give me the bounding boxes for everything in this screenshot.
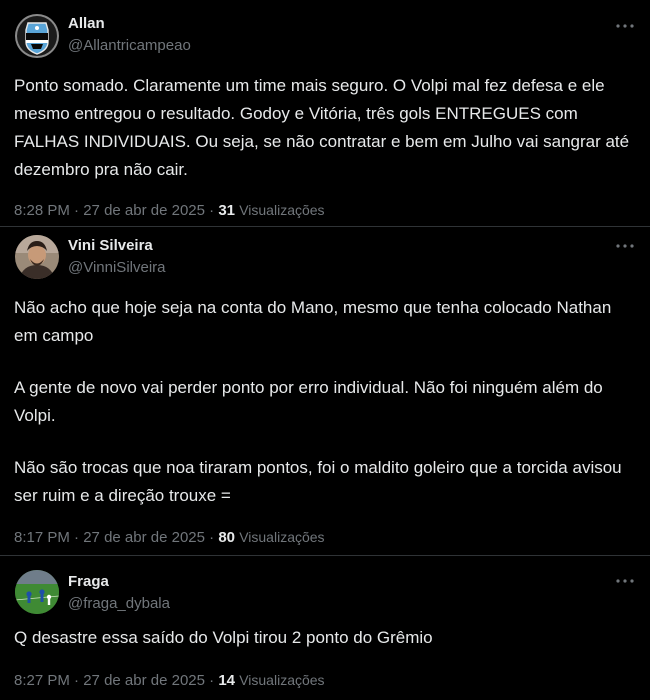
tweet-date[interactable]: 27 de abr de 2025	[83, 672, 205, 689]
more-options-button[interactable]	[614, 15, 636, 37]
tweet-meta: 8:17 PM · 27 de abr de 2025 · 80 Visuali…	[14, 527, 325, 548]
author-display-name[interactable]: Allan	[68, 15, 191, 33]
view-count: 31	[218, 202, 236, 219]
view-count: 80	[218, 529, 236, 546]
tweet-time[interactable]: 8:27 PM	[14, 672, 70, 689]
author-handle[interactable]: @fraga_dybala	[68, 595, 170, 613]
views-label: Visualizações	[239, 672, 325, 688]
meta-separator: ·	[74, 672, 80, 689]
tweet[interactable]: Vini Silveira @VinniSilveira Não acho qu…	[0, 227, 650, 555]
author-handle[interactable]: @VinniSilveira	[68, 259, 166, 277]
avatar[interactable]	[15, 235, 59, 279]
tweet-text: Não acho que hoje seja na conta do Mano,…	[14, 294, 636, 510]
tweet-paragraph: A gente de novo vai perder ponto por err…	[14, 378, 603, 425]
author-display-name[interactable]: Vini Silveira	[68, 237, 166, 255]
meta-separator: ·	[74, 529, 80, 546]
meta-separator: ·	[74, 202, 80, 219]
tweet-meta: 8:28 PM · 27 de abr de 2025 · 31 Visuali…	[14, 200, 325, 221]
view-count: 14	[218, 672, 236, 689]
tweet[interactable]: Allan @Allantricampeao Ponto somado. Cla…	[0, 0, 650, 226]
meta-separator: ·	[209, 672, 215, 689]
tweet[interactable]: Fraga @fraga_dybala Q desastre essa saíd…	[0, 556, 650, 700]
author-handle[interactable]: @Allantricampeao	[68, 37, 191, 55]
tweet-date[interactable]: 27 de abr de 2025	[83, 529, 205, 546]
tweet-time[interactable]: 8:17 PM	[14, 529, 70, 546]
tweet-paragraph: Não são trocas que noa tiraram pontos, f…	[14, 458, 622, 505]
tweet-text: Q desastre essa saído do Volpi tirou 2 p…	[14, 624, 636, 652]
tweet-paragraph: Ponto somado. Claramente um time mais se…	[14, 76, 630, 179]
views-label: Visualizações	[239, 529, 325, 545]
gremio-crest-avatar-icon	[15, 14, 59, 58]
more-options-button[interactable]	[614, 570, 636, 592]
tweet-text: Ponto somado. Claramente um time mais se…	[14, 72, 636, 184]
author-display-name[interactable]: Fraga	[68, 573, 170, 591]
tweet-paragraph: Não acho que hoje seja na conta do Mano,…	[14, 298, 612, 345]
more-options-icon	[616, 579, 634, 583]
more-options-icon	[616, 24, 634, 28]
meta-separator: ·	[209, 529, 215, 546]
views-label: Visualizações	[239, 202, 325, 218]
tweet-date[interactable]: 27 de abr de 2025	[83, 202, 205, 219]
tweet-meta: 8:27 PM · 27 de abr de 2025 · 14 Visuali…	[14, 670, 325, 691]
meta-separator: ·	[209, 202, 215, 219]
more-options-button[interactable]	[614, 235, 636, 257]
tweet-paragraph: Q desastre essa saído do Volpi tirou 2 p…	[14, 628, 433, 647]
football-field-avatar-icon	[15, 570, 59, 614]
avatar[interactable]	[15, 570, 59, 614]
more-options-icon	[616, 244, 634, 248]
person-photo-avatar-icon	[15, 235, 59, 279]
tweet-time[interactable]: 8:28 PM	[14, 202, 70, 219]
avatar[interactable]	[15, 14, 59, 58]
